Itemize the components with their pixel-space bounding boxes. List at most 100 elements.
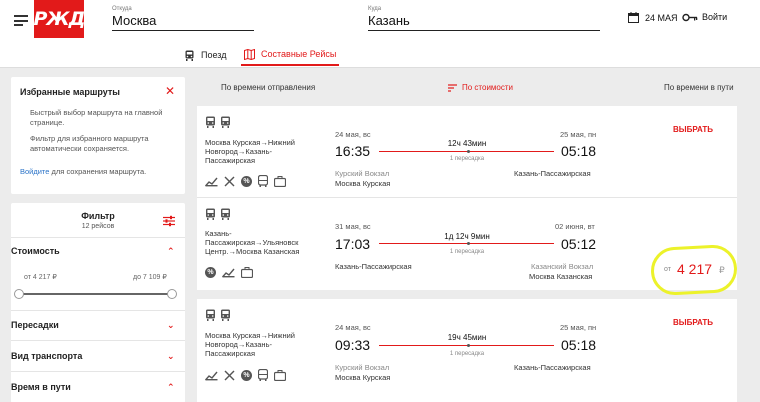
filter-duration-label: Время в пути <box>11 382 71 392</box>
from-input[interactable]: Москва <box>112 13 254 30</box>
arrival-time: 05:12 <box>561 236 597 252</box>
date-value: 24 МАЯ <box>645 12 678 23</box>
favorites-text-2: Фильтр для избранного маршрута автоматич… <box>30 134 149 153</box>
luggage-icon <box>274 175 286 187</box>
route-line <box>379 242 554 245</box>
amenities: % <box>205 267 253 278</box>
chevron-down-icon: ⌄ <box>167 320 175 330</box>
train-icons <box>205 208 231 220</box>
filter-duration-toggle[interactable]: Время в пути ⌃ <box>11 382 175 392</box>
arrival-date: 25 мая, пн <box>560 323 597 332</box>
map-icon <box>244 48 255 60</box>
departure-station-sub: Курский Вокзал <box>335 169 390 178</box>
price-slider-track[interactable] <box>19 293 173 295</box>
rzd-logo[interactable]: РЖД <box>33 0 86 38</box>
transfers-count: 1 пересадка <box>449 156 485 162</box>
arrival-station-sub: Казанский Вокзал <box>531 262 594 271</box>
filter-cost-label: Стоимость <box>11 246 60 256</box>
train-icons <box>205 116 231 128</box>
select-button[interactable]: ВЫБРАТЬ <box>673 318 713 327</box>
transfers-count: 1 пересадка <box>449 351 485 357</box>
arrival-date: 02 июня, вт <box>555 222 595 231</box>
divider <box>11 340 185 341</box>
tab-train-label: Поезд <box>201 50 227 60</box>
login-link[interactable]: Войдите <box>20 167 49 176</box>
train-icon <box>206 116 215 128</box>
filter-transfers-toggle[interactable]: Пересадки ⌄ <box>11 320 175 330</box>
filter-title: Фильтр <box>81 211 115 221</box>
favorites-text-1: Быстрый выбор маршрута на главной страни… <box>30 108 163 127</box>
from-label: Откуда <box>112 6 132 12</box>
route-line <box>379 344 554 347</box>
divider <box>11 310 185 311</box>
login-button[interactable]: Войти <box>682 12 727 22</box>
tab-composite-trips[interactable]: Составные Рейсы <box>241 44 340 66</box>
sort-by-duration[interactable]: По времени в пути <box>664 83 734 92</box>
price-slider-max-handle[interactable] <box>167 289 177 299</box>
top-header: РЖД Откуда Москва Куда Казань 24 МАЯ Вой… <box>0 0 760 68</box>
dining-icon <box>224 370 235 380</box>
arrival-station: Казань-Пассажирская <box>514 169 591 178</box>
train-icon <box>221 208 230 220</box>
departure-time: 16:35 <box>335 143 371 159</box>
dining-icon <box>224 176 235 186</box>
price-to-label: до 7 109 ₽ <box>133 274 167 281</box>
divider <box>197 197 737 198</box>
trip-duration: 12ч 43мин <box>447 139 487 148</box>
chevron-down-icon: ⌄ <box>167 351 175 361</box>
divider <box>11 237 185 238</box>
filter-count: 12 рейсов <box>81 223 115 230</box>
tab-composite-label: Составные Рейсы <box>261 49 337 59</box>
departure-date: 24 мая, вс <box>335 323 371 332</box>
luggage-icon <box>241 267 253 278</box>
train-icon <box>185 50 194 61</box>
favorites-title: Избранные маршруты <box>20 87 120 97</box>
favorites-panel: Избранные маршруты ✕ Быстрый выбор маршр… <box>11 77 185 194</box>
price-slider-min-handle[interactable] <box>14 289 24 299</box>
train-icon <box>206 309 215 321</box>
price-highlight-circle <box>649 243 739 297</box>
sliders-icon[interactable] <box>163 215 175 227</box>
train-icon <box>206 208 215 220</box>
chart-icon <box>205 371 218 380</box>
chart-icon <box>205 177 218 186</box>
amenities: % <box>205 175 286 187</box>
sort-by-departure[interactable]: По времени отправления <box>221 83 315 92</box>
arrival-station: Москва Казанская <box>529 272 593 281</box>
tab-train[interactable]: Поезд <box>184 44 226 66</box>
trip-duration: 19ч 45мин <box>447 333 487 342</box>
bus-icon <box>258 369 268 381</box>
trip-duration: 1д 12ч 9мин <box>444 232 490 241</box>
sort-icon <box>448 83 457 92</box>
to-field[interactable]: Куда Казань <box>368 6 600 31</box>
sort-by-price[interactable]: По стоимости <box>448 83 513 92</box>
chart-icon <box>222 268 235 278</box>
price-from-label: от 4 217 ₽ <box>24 274 57 281</box>
login-label: Войти <box>702 12 728 22</box>
departure-date: 31 мая, вс <box>335 222 371 231</box>
filter-cost-toggle[interactable]: Стоимость ⌃ <box>11 246 175 256</box>
filter-transport-toggle[interactable]: Вид транспорта ⌄ <box>11 351 175 361</box>
menu-icon[interactable] <box>14 15 28 26</box>
departure-station: Москва Курская <box>335 373 391 382</box>
arrival-time: 05:18 <box>561 337 597 353</box>
transfers-count: 1 пересадка <box>449 249 485 255</box>
train-icon <box>221 116 230 128</box>
divider <box>11 371 185 372</box>
from-field[interactable]: Откуда Москва <box>112 6 254 31</box>
departure-station: Казань-Пассажирская <box>335 262 412 271</box>
luggage-icon <box>274 369 286 381</box>
arrival-station: Казань-Пассажирская <box>514 363 591 372</box>
key-icon <box>682 13 698 21</box>
amenities: % <box>205 369 286 381</box>
date-picker[interactable]: 24 МАЯ <box>628 12 678 23</box>
to-label: Куда <box>368 6 382 12</box>
login-link-suffix: для сохранения маршрута. <box>51 167 147 176</box>
route-stations: Москва Курская→Нижний Новгород→Казань-Па… <box>205 331 295 358</box>
to-input[interactable]: Казань <box>368 13 600 30</box>
chevron-up-icon: ⌃ <box>167 382 175 392</box>
select-button[interactable]: ВЫБРАТЬ <box>673 125 713 134</box>
bus-icon <box>258 175 268 187</box>
close-icon[interactable]: ✕ <box>165 85 175 97</box>
departure-date: 24 мая, вс <box>335 130 371 139</box>
